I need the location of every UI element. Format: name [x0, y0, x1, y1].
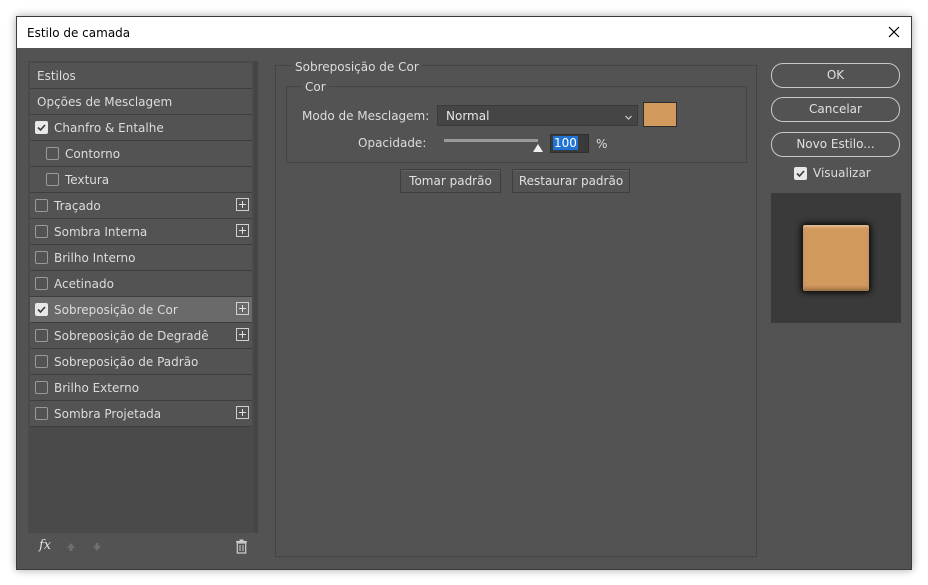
style-item-0[interactable]: Estilos — [30, 63, 252, 89]
opacity-input[interactable]: 100 — [550, 134, 589, 153]
style-checkbox[interactable] — [35, 381, 48, 394]
style-item-4[interactable]: Textura — [30, 167, 252, 193]
opacity-label: Opacidade: — [358, 136, 427, 150]
chevron-down-icon — [624, 111, 633, 120]
style-item-label: Brilho Externo — [54, 380, 140, 395]
style-item-6[interactable]: Sombra Interna — [30, 219, 252, 245]
style-item-label: Brilho Interno — [54, 250, 136, 265]
style-checkbox[interactable] — [35, 251, 48, 264]
opacity-value: 100 — [553, 136, 578, 150]
move-down-icon[interactable] — [91, 541, 103, 553]
layer-style-dialog: Estilo de camada Estilos Opções de Mescla… — [16, 16, 912, 570]
style-checkbox[interactable] — [46, 147, 59, 160]
style-item-3[interactable]: Contorno — [30, 141, 252, 167]
group-title: Sobreposição de Cor — [292, 60, 422, 74]
style-item-label: Sobreposição de Padrão — [54, 354, 199, 369]
style-checkbox[interactable] — [35, 407, 48, 420]
style-item-2[interactable]: Chanfro & Entalhe — [30, 115, 252, 141]
style-item-8[interactable]: Acetinado — [30, 271, 252, 297]
subgroup-title: Cor — [302, 80, 329, 94]
close-icon[interactable] — [883, 21, 905, 43]
styles-scrollbar[interactable] — [254, 61, 258, 533]
opacity-slider-fill — [444, 139, 538, 142]
add-icon[interactable] — [236, 224, 249, 237]
style-item-11[interactable]: Sobreposição de Padrão — [30, 349, 252, 375]
preview-checkbox[interactable] — [794, 166, 807, 180]
style-checkbox[interactable] — [35, 303, 48, 316]
style-item-label: Acetinado — [54, 276, 114, 291]
style-item-label: Sombra Interna — [54, 224, 148, 239]
trash-icon[interactable] — [235, 539, 248, 554]
reset-default-button[interactable]: Restaurar padrão — [512, 169, 630, 193]
color-overlay-panel: Sobreposição de Cor Cor Modo de Mesclage… — [275, 60, 757, 557]
add-icon[interactable] — [236, 328, 249, 341]
style-item-label: Contorno — [65, 146, 121, 161]
styles-footer: fx — [28, 533, 258, 563]
style-checkbox[interactable] — [46, 173, 59, 186]
style-item-label: Textura — [65, 172, 110, 187]
title-bar: Estilo de camada — [17, 17, 911, 48]
blend-mode-select[interactable]: Normal — [437, 105, 638, 126]
style-item-10[interactable]: Sobreposição de Degradê — [30, 323, 252, 349]
style-checkbox[interactable] — [35, 225, 48, 238]
ok-button[interactable]: OK — [771, 63, 900, 88]
style-checkbox[interactable] — [35, 329, 48, 342]
style-item-label: Traçado — [54, 198, 101, 213]
preview-label: Visualizar — [813, 166, 871, 180]
style-item-1[interactable]: Opções de Mesclagem — [30, 89, 252, 115]
styles-panel: Estilos Opções de Mesclagem Chanfro & Enta… — [28, 61, 258, 533]
add-icon[interactable] — [236, 406, 249, 419]
style-item-13[interactable]: Sombra Projetada — [30, 401, 252, 427]
move-up-icon[interactable] — [65, 541, 77, 553]
style-item-label: Sobreposição de Cor — [54, 302, 178, 317]
add-icon[interactable] — [236, 198, 249, 211]
styles-list: Estilos Opções de Mesclagem Chanfro & Enta… — [30, 63, 252, 427]
style-item-label: Estilos — [37, 68, 76, 83]
style-checkbox[interactable] — [35, 355, 48, 368]
style-item-label: Chanfro & Entalhe — [54, 120, 164, 135]
style-item-7[interactable]: Brilho Interno — [30, 245, 252, 271]
new-style-button[interactable]: Novo Estilo... — [771, 132, 900, 157]
style-checkbox[interactable] — [35, 199, 48, 212]
opacity-unit: % — [596, 137, 608, 151]
style-item-label: Sombra Projetada — [54, 406, 162, 421]
color-subgroup: Cor Modo de Mesclagem: Normal Opacidade:… — [286, 80, 747, 163]
blend-mode-label: Modo de Mesclagem: — [302, 109, 430, 123]
make-default-button[interactable]: Tomar padrão — [400, 169, 501, 193]
style-checkbox[interactable] — [35, 277, 48, 290]
opacity-slider-thumb[interactable] — [533, 141, 543, 152]
preview-thumbnail — [803, 225, 869, 291]
style-item-12[interactable]: Brilho Externo — [30, 375, 252, 401]
opacity-slider[interactable] — [444, 139, 538, 142]
style-item-label: Opções de Mesclagem — [37, 94, 173, 109]
fx-icon[interactable]: fx — [39, 538, 51, 553]
color-swatch[interactable] — [643, 102, 677, 127]
window-title: Estilo de camada — [27, 26, 131, 40]
style-preview — [771, 193, 901, 323]
cancel-button[interactable]: Cancelar — [771, 97, 900, 122]
preview-toggle[interactable]: Visualizar — [794, 166, 871, 180]
style-item-9[interactable]: Sobreposição de Cor — [30, 297, 252, 323]
blend-mode-value: Normal — [446, 109, 490, 123]
style-checkbox[interactable] — [35, 121, 48, 134]
add-icon[interactable] — [236, 302, 249, 315]
style-item-label: Sobreposição de Degradê — [54, 328, 209, 343]
style-item-5[interactable]: Traçado — [30, 193, 252, 219]
